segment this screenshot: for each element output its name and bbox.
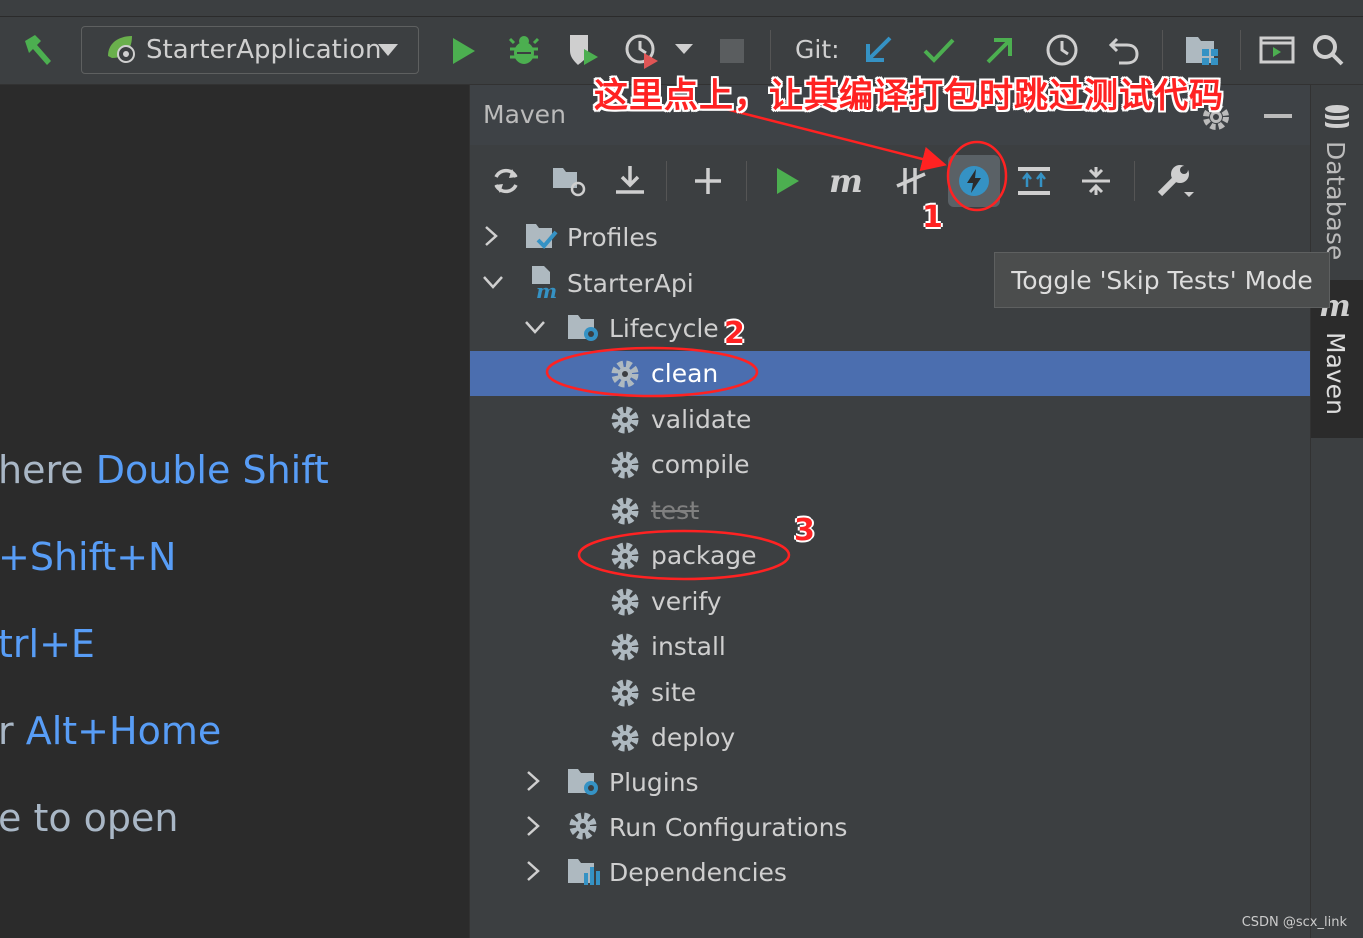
annotation-number-2: 2 (724, 316, 745, 351)
watermark: CSDN @scx_link (1241, 915, 1347, 930)
annotation-overlay (545, 106, 1008, 581)
annotation-circle-package (577, 529, 791, 581)
annotation-circle-clean (545, 346, 759, 398)
annotation-number-3: 3 (794, 513, 815, 548)
annotation-circle-skip-tests (946, 140, 1008, 212)
annotation-number-1: 1 (922, 200, 943, 235)
annotation-note: 这里点上，让其编译打包时跳过测试代码 (594, 76, 1224, 116)
